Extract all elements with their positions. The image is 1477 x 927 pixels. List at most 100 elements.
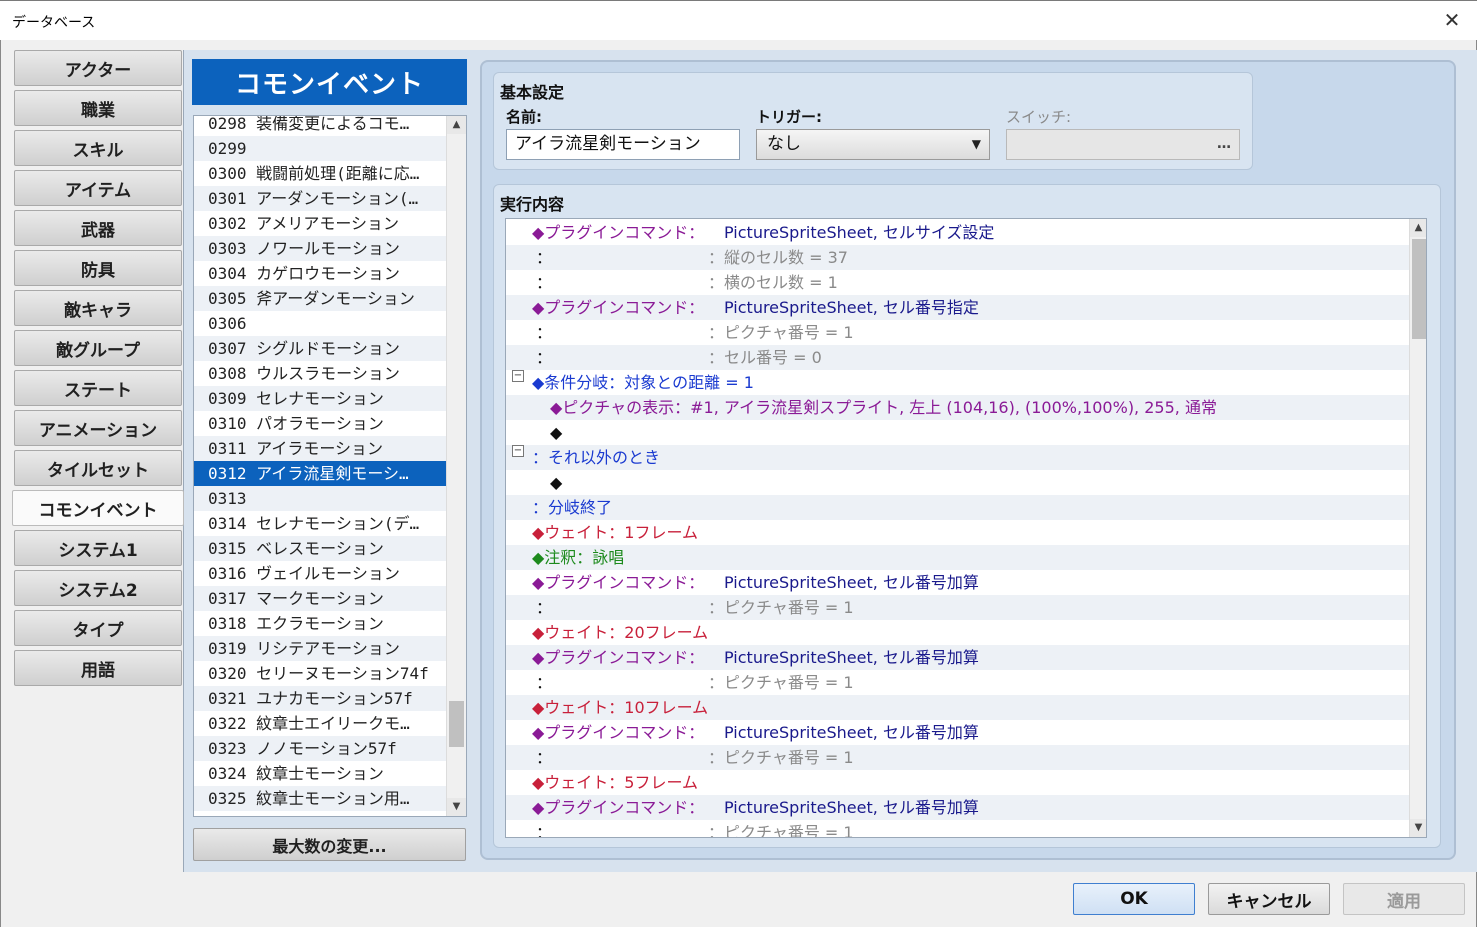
nav-item-8[interactable]: ステート — [14, 370, 182, 406]
command-text: ◆条件分岐：対象との距離 = 1 — [532, 373, 754, 392]
command-row[interactable]: ：分岐終了 — [506, 495, 1409, 520]
list-item[interactable]: 0315 ベレスモーション — [194, 536, 446, 561]
command-scrollbar[interactable]: ▲ ▼ — [1409, 219, 1426, 837]
command-row[interactable]: ： ：ピクチャ番号 = 1 — [506, 595, 1409, 620]
list-item[interactable]: 0317 マークモーション — [194, 586, 446, 611]
nav-item-14[interactable]: タイプ — [14, 610, 182, 646]
nav-item-12[interactable]: システム1 — [14, 530, 182, 566]
list-item[interactable]: 0304 カゲロウモーション — [194, 261, 446, 286]
command-row[interactable]: ： ：ピクチャ番号 = 1 — [506, 745, 1409, 770]
command-row[interactable]: ◆プラグインコマンド： PictureSpriteSheet, セル番号加算 — [506, 720, 1409, 745]
event-list[interactable]: 0298 装備変更によるコモ… 0299 0300 戦闘前処理(距離に応… 0301 … — [193, 115, 467, 817]
basic-settings-title: 基本設定 — [500, 83, 565, 102]
command-row[interactable]: ： ：縦のセル数 = 37 — [506, 245, 1409, 270]
cancel-button[interactable]: キャンセル — [1208, 883, 1330, 915]
apply-button[interactable]: 適用 — [1343, 883, 1465, 915]
collapse-icon[interactable]: − — [512, 370, 524, 382]
command-row[interactable]: ◆ウェイト：1フレーム — [506, 520, 1409, 545]
command-text: ◆プラグインコマンド： — [532, 723, 705, 742]
scroll-down-icon[interactable]: ▼ — [1410, 819, 1426, 837]
command-param: ：ピクチャ番号 = 1 — [708, 748, 854, 767]
nav-item-13[interactable]: システム2 — [14, 570, 182, 606]
list-item[interactable]: 0319 リシテアモーション — [194, 636, 446, 661]
scroll-up-icon[interactable]: ▲ — [447, 116, 466, 134]
scroll-up-icon[interactable]: ▲ — [1410, 219, 1426, 237]
command-row[interactable]: ： ：ピクチャ番号 = 1 — [506, 320, 1409, 345]
list-item[interactable]: 0308 ウルスラモーション — [194, 361, 446, 386]
command-text: ： — [536, 323, 553, 342]
list-item[interactable]: 0322 紋章士エイリークモ… — [194, 711, 446, 736]
command-row[interactable]: ： ：セル番号 = 0 — [506, 345, 1409, 370]
list-item[interactable]: 0307 シグルドモーション — [194, 336, 446, 361]
list-item[interactable]: 0311 アイラモーション — [194, 436, 446, 461]
nav-item-3[interactable]: アイテム — [14, 170, 182, 206]
nav-item-9[interactable]: アニメーション — [14, 410, 182, 446]
list-item[interactable]: 0312 アイラ流星剣モーシ… — [194, 461, 446, 486]
command-list[interactable]: ◆プラグインコマンド： PictureSpriteSheet, セルサイズ設定：：… — [505, 218, 1427, 838]
list-item[interactable]: 0301 アーダンモーション(… — [194, 186, 446, 211]
command-param: PictureSpriteSheet, セル番号加算 — [724, 648, 979, 667]
command-row[interactable]: ◆ — [506, 470, 1409, 495]
list-item[interactable]: 0316 ヴェイルモーション — [194, 561, 446, 586]
list-item[interactable]: 0318 エクラモーション — [194, 611, 446, 636]
list-item[interactable]: 0325 紋章士モーション用… — [194, 786, 446, 811]
nav-item-0[interactable]: アクター — [14, 50, 182, 86]
nav-item-4[interactable]: 武器 — [14, 210, 182, 246]
command-row[interactable]: ： ：横のセル数 = 1 — [506, 270, 1409, 295]
list-item[interactable]: 0300 戦闘前処理(距離に応… — [194, 161, 446, 186]
change-max-button[interactable]: 最大数の変更... — [193, 828, 466, 861]
command-row[interactable]: ： ：ピクチャ番号 = 1 — [506, 670, 1409, 695]
command-param: ：ピクチャ番号 = 1 — [708, 323, 854, 342]
list-item[interactable]: 0298 装備変更によるコモ… — [194, 116, 446, 136]
nav-item-10[interactable]: タイルセット — [14, 450, 182, 486]
command-row[interactable]: ◆ピクチャの表示：#1, アイラ流星剣スプライト, 左上 (104,16), (… — [506, 395, 1409, 420]
command-row[interactable]: ◆プラグインコマンド： PictureSpriteSheet, セル番号加算 — [506, 795, 1409, 820]
nav-item-6[interactable]: 敵キャラ — [14, 290, 182, 326]
command-scroll-thumb[interactable] — [1412, 239, 1426, 339]
list-item[interactable]: 0324 紋章士モーション — [194, 761, 446, 786]
command-row[interactable]: − ：それ以外のとき — [506, 445, 1409, 470]
command-row[interactable]: ◆プラグインコマンド： PictureSpriteSheet, セル番号指定 — [506, 295, 1409, 320]
command-row[interactable]: ◆ウェイト：5フレーム — [506, 770, 1409, 795]
name-field[interactable]: アイラ流星剣モーション — [506, 129, 740, 160]
list-item[interactable]: 0313 — [194, 486, 446, 511]
command-text: ： — [536, 248, 553, 267]
list-item[interactable]: 0314 セレナモーション(デ… — [194, 511, 446, 536]
scroll-down-icon[interactable]: ▼ — [447, 798, 466, 816]
list-scroll-thumb[interactable] — [449, 701, 464, 747]
nav-item-1[interactable]: 職業 — [14, 90, 182, 126]
command-row[interactable]: ◆ウェイト：20フレーム — [506, 620, 1409, 645]
list-item[interactable]: 0303 ノワールモーション — [194, 236, 446, 261]
command-row[interactable]: ◆プラグインコマンド： PictureSpriteSheet, セル番号加算 — [506, 570, 1409, 595]
list-item[interactable]: 0321 ユナカモーション57f — [194, 686, 446, 711]
nav-item-11[interactable]: コモンイベント — [12, 490, 184, 526]
command-row[interactable]: ◆プラグインコマンド： PictureSpriteSheet, セルサイズ設定 — [506, 220, 1409, 245]
list-item[interactable]: 0310 パオラモーション — [194, 411, 446, 436]
name-label: 名前: — [506, 108, 542, 126]
list-item[interactable]: 0302 アメリアモーション — [194, 211, 446, 236]
nav-item-5[interactable]: 防具 — [14, 250, 182, 286]
list-item[interactable]: 0305 斧アーダンモーション — [194, 286, 446, 311]
command-row[interactable]: − ◆条件分岐：対象との距離 = 1 — [506, 370, 1409, 395]
nav-item-2[interactable]: スキル — [14, 130, 182, 166]
list-item[interactable]: 0306 — [194, 311, 446, 336]
list-scrollbar[interactable]: ▲ ▼ — [446, 116, 466, 816]
command-row[interactable]: ◆ — [506, 420, 1409, 445]
list-item[interactable]: 0299 — [194, 136, 446, 161]
command-text: ： — [536, 673, 553, 692]
list-item[interactable]: 0323 ノノモーション57f — [194, 736, 446, 761]
close-icon[interactable]: ✕ — [1439, 7, 1465, 33]
command-row[interactable]: ◆ウェイト：10フレーム — [506, 695, 1409, 720]
collapse-icon[interactable]: − — [512, 445, 524, 457]
list-item[interactable]: 0309 セレナモーション — [194, 386, 446, 411]
command-row[interactable]: ◆プラグインコマンド： PictureSpriteSheet, セル番号加算 — [506, 645, 1409, 670]
command-text: ◆ — [550, 473, 563, 492]
command-row[interactable]: ◆注釈：詠唱 — [506, 545, 1409, 570]
list-item[interactable]: 0320 セリーヌモーション74f — [194, 661, 446, 686]
nav-item-15[interactable]: 用語 — [14, 650, 182, 686]
command-text: ： — [536, 273, 553, 292]
ok-button[interactable]: OK — [1073, 883, 1195, 915]
command-row[interactable]: ： ：ピクチャ番号 = 1 — [506, 820, 1409, 837]
trigger-select[interactable]: なし ▼ — [756, 129, 990, 160]
nav-item-7[interactable]: 敵グループ — [14, 330, 182, 366]
